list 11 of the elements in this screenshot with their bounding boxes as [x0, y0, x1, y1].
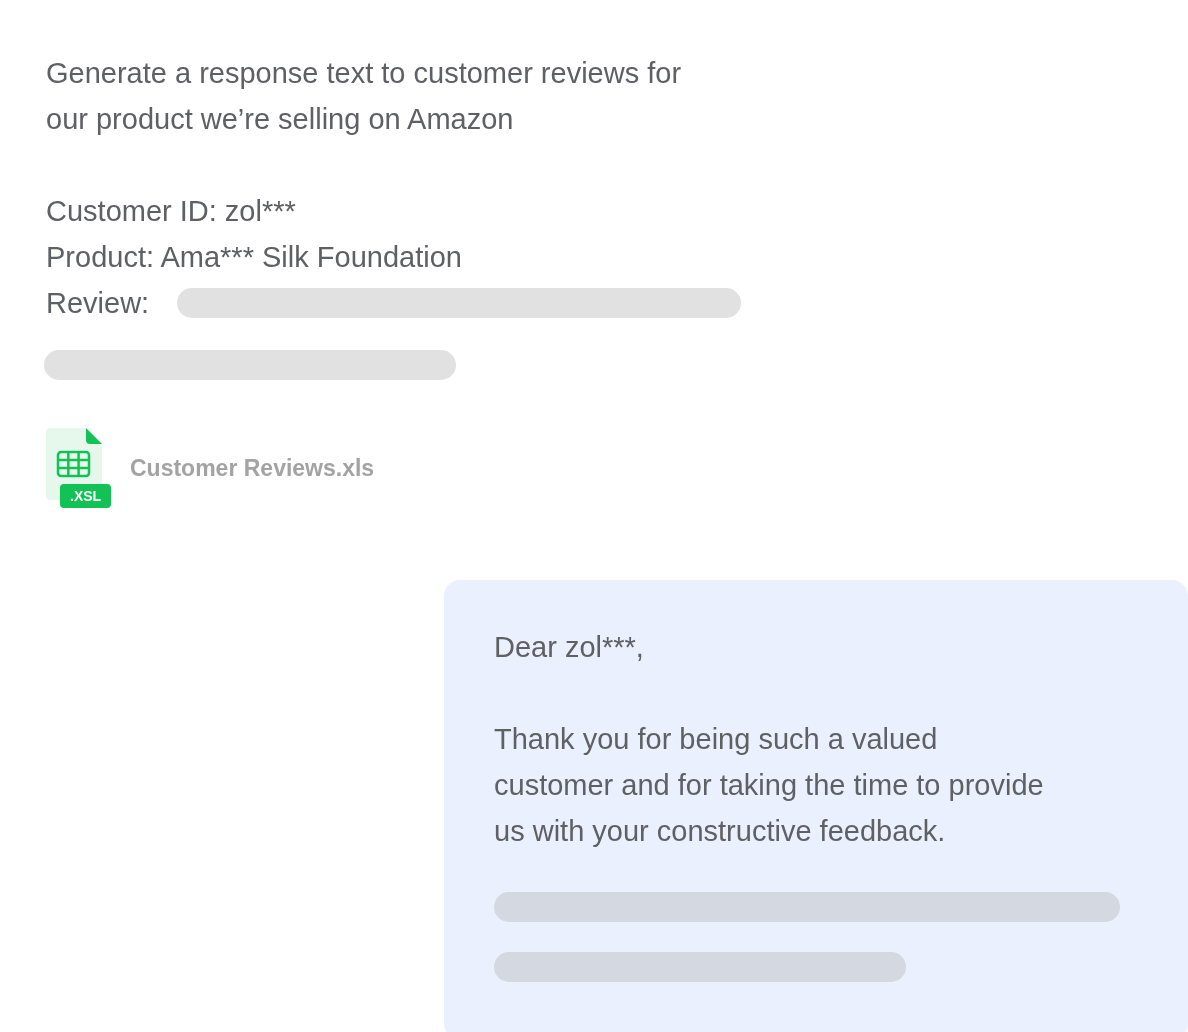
detail-text: Customer ID: zol*** [46, 194, 297, 229]
reply-text: customer and for taking the time to provide [494, 768, 1045, 803]
reply-text: us with your constructive feedback. [494, 814, 947, 849]
review-label: Review: [46, 286, 150, 321]
reply-text: Thank you for being such a valued [494, 722, 939, 757]
prompt-text: our product we’re selling on Amazon [46, 102, 515, 137]
prompt-text: Generate a response text to customer reviews for [46, 56, 683, 91]
file-type-badge: .XSL [60, 484, 112, 508]
file-name[interactable]: Customer Reviews.xls [130, 454, 375, 482]
detail-text: Product: Ama*** Silk Foundation [46, 240, 463, 275]
greeting-text: Dear zol***, [494, 630, 645, 665]
